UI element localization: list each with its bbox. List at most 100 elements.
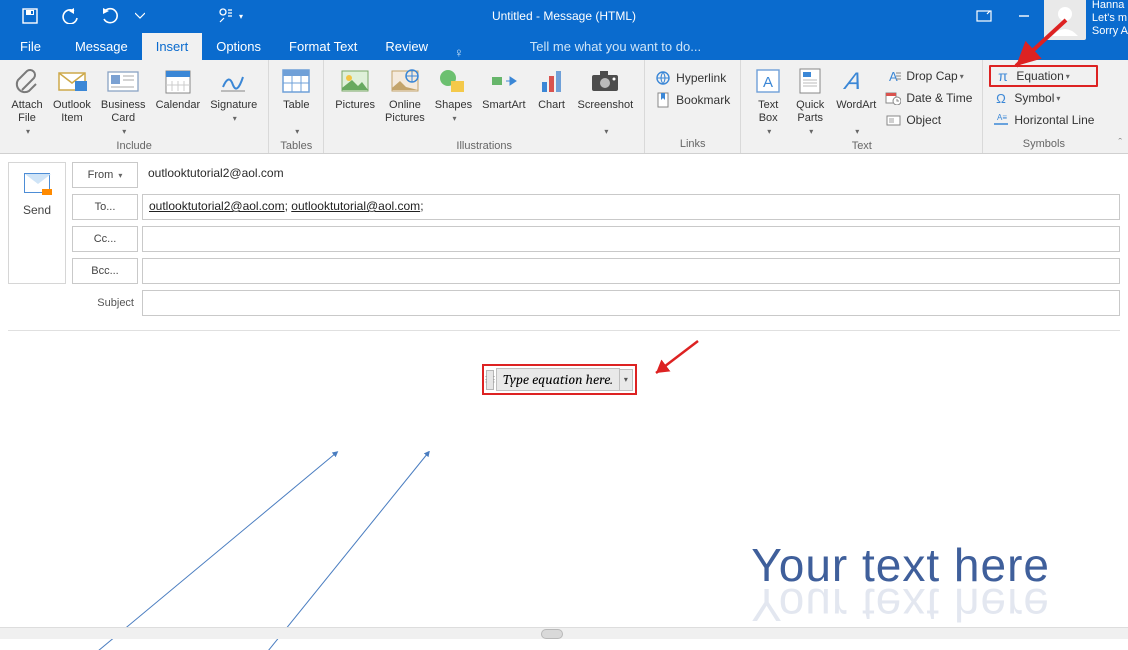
group-text: A Text Box▾ Quick Parts▾ A WordArt▾ A Dr… bbox=[741, 60, 983, 153]
ribbon-tabs: File Message Insert Options Format Text … bbox=[0, 32, 1128, 60]
annotation-arrow-to-equation-box bbox=[650, 337, 710, 387]
to-button[interactable]: To... bbox=[72, 194, 138, 220]
smartart-button[interactable]: SmartArt bbox=[477, 63, 530, 114]
equation-editor-box[interactable]: ⋮⋮ Type equation here. ▾ bbox=[482, 364, 637, 395]
camera-icon bbox=[589, 65, 621, 97]
group-illustrations: Pictures Online Pictures Shapes▾ SmartAr… bbox=[324, 60, 645, 153]
title-bar: ▾ Untitled - Message (HTML) Hanna Let's … bbox=[0, 0, 1128, 32]
calendar-button[interactable]: Calendar bbox=[151, 63, 206, 114]
ribbon-display-options-icon[interactable] bbox=[964, 0, 1004, 32]
quick-parts-icon bbox=[794, 65, 826, 97]
tab-review[interactable]: Review bbox=[371, 33, 442, 60]
group-label-illustrations: Illustrations bbox=[330, 140, 638, 152]
pictures-button[interactable]: Pictures bbox=[330, 63, 380, 114]
date-time-button[interactable]: Date & Time bbox=[881, 87, 976, 109]
quick-access-toolbar: ▾ bbox=[10, 0, 250, 32]
bcc-field[interactable] bbox=[142, 258, 1120, 284]
cc-button[interactable]: Cc... bbox=[72, 226, 138, 252]
shapes-icon bbox=[437, 65, 469, 97]
calendar-icon bbox=[162, 65, 194, 97]
scrollbar-thumb[interactable] bbox=[541, 629, 563, 639]
hyperlink-button[interactable]: Hyperlink bbox=[651, 67, 734, 89]
user-info: Hanna Let's m Sorry A bbox=[1092, 0, 1128, 38]
to-field[interactable]: outlooktutorial2@aol.com; outlooktutoria… bbox=[142, 194, 1120, 220]
touch-mouse-mode-icon[interactable]: ▾ bbox=[210, 0, 250, 32]
qat-more-icon[interactable] bbox=[130, 0, 150, 32]
chart-icon bbox=[536, 65, 568, 97]
tab-file[interactable]: File bbox=[0, 33, 61, 60]
signature-button[interactable]: Signature▾ bbox=[205, 63, 262, 127]
horizontal-line-icon: A≡ bbox=[993, 112, 1009, 128]
group-label-symbols: Symbols bbox=[989, 138, 1098, 150]
tab-insert[interactable]: Insert bbox=[142, 33, 203, 60]
group-label-include: Include bbox=[6, 140, 262, 152]
smartart-icon bbox=[488, 65, 520, 97]
svg-text:A: A bbox=[841, 68, 864, 95]
bookmark-icon bbox=[655, 92, 671, 108]
lightbulb-icon[interactable]: ♀ bbox=[448, 45, 470, 60]
bcc-button[interactable]: Bcc... bbox=[72, 258, 138, 284]
to-recipient-2[interactable]: outlooktutorial@aol.com bbox=[291, 199, 420, 213]
to-recipient-1[interactable]: outlooktutorial2@aol.com bbox=[149, 199, 285, 213]
group-label-links: Links bbox=[651, 138, 734, 150]
svg-text:A≡: A≡ bbox=[997, 114, 1007, 122]
undo-icon[interactable] bbox=[50, 0, 90, 32]
tab-format-text[interactable]: Format Text bbox=[275, 33, 371, 60]
object-button[interactable]: Object bbox=[881, 109, 976, 131]
redo-icon[interactable] bbox=[90, 0, 130, 32]
group-tables: Table▾ Tables bbox=[269, 60, 324, 153]
symbol-button[interactable]: Ω Symbol▾ bbox=[989, 87, 1098, 109]
omega-icon: Ω bbox=[993, 90, 1009, 106]
online-pictures-button[interactable]: Online Pictures bbox=[380, 63, 430, 127]
drop-cap-icon: A bbox=[885, 68, 901, 84]
wordart-button[interactable]: A WordArt▾ bbox=[831, 63, 881, 140]
equation-placeholder-text[interactable]: Type equation here. bbox=[496, 368, 620, 391]
signature-icon bbox=[218, 65, 250, 97]
paperclip-icon bbox=[11, 65, 43, 97]
send-button[interactable]: Send bbox=[8, 162, 66, 284]
equation-handle-icon[interactable]: ⋮⋮ bbox=[486, 370, 494, 390]
chart-button[interactable]: Chart bbox=[531, 63, 573, 114]
text-box-button[interactable]: A Text Box▾ bbox=[747, 63, 789, 140]
svg-text:A: A bbox=[763, 74, 773, 91]
compose-header: Send From ▾ outlooktutorial2@aol.com To.… bbox=[0, 154, 1128, 330]
object-icon bbox=[885, 112, 901, 128]
from-button[interactable]: From ▾ bbox=[72, 162, 138, 188]
group-label-text: Text bbox=[747, 140, 976, 152]
group-links: Hyperlink Bookmark Links bbox=[645, 60, 741, 153]
user-name: Hanna bbox=[1092, 0, 1128, 12]
shapes-button[interactable]: Shapes▾ bbox=[430, 63, 477, 127]
outlook-item-button[interactable]: Outlook Item bbox=[48, 63, 96, 127]
attach-file-button[interactable]: Attach File▾ bbox=[6, 63, 48, 140]
cc-field[interactable] bbox=[142, 226, 1120, 252]
tell-me-input[interactable]: Tell me what you want to do... bbox=[530, 39, 701, 54]
inserted-shapes-triangles[interactable] bbox=[88, 451, 508, 650]
bookmark-button[interactable]: Bookmark bbox=[651, 89, 734, 111]
annotation-arrow-to-equation bbox=[1006, 16, 1076, 76]
date-time-icon bbox=[885, 90, 901, 106]
wordart-icon: A bbox=[840, 65, 872, 97]
equation-options-dropdown[interactable]: ▾ bbox=[619, 369, 633, 391]
save-icon[interactable] bbox=[10, 0, 50, 32]
table-icon bbox=[280, 65, 312, 97]
group-include: Attach File▾ Outlook Item Business Card▾… bbox=[0, 60, 269, 153]
message-body[interactable]: ⋮⋮ Type equation here. ▾ Your text here … bbox=[8, 330, 1120, 650]
horizontal-scrollbar[interactable] bbox=[0, 627, 1128, 639]
from-value: outlooktutorial2@aol.com bbox=[142, 162, 1120, 188]
text-box-icon: A bbox=[752, 65, 784, 97]
group-label-tables: Tables bbox=[275, 140, 317, 152]
tab-options[interactable]: Options bbox=[202, 33, 275, 60]
hyperlink-icon bbox=[655, 70, 671, 86]
screenshot-button[interactable]: Screenshot▾ bbox=[573, 63, 639, 140]
envelope-icon bbox=[56, 65, 88, 97]
subject-field[interactable] bbox=[142, 290, 1120, 316]
horizontal-line-button[interactable]: A≡ Horizontal Line bbox=[989, 109, 1098, 131]
wordart-reflection: Your text here bbox=[751, 578, 1050, 632]
tab-message[interactable]: Message bbox=[61, 33, 142, 60]
business-card-button[interactable]: Business Card▾ bbox=[96, 63, 151, 140]
collapse-ribbon-icon[interactable]: ˆ bbox=[1118, 137, 1122, 149]
table-button[interactable]: Table▾ bbox=[275, 63, 317, 140]
quick-parts-button[interactable]: Quick Parts▾ bbox=[789, 63, 831, 140]
business-card-icon bbox=[107, 65, 139, 97]
drop-cap-button[interactable]: A Drop Cap▾ bbox=[881, 65, 976, 87]
